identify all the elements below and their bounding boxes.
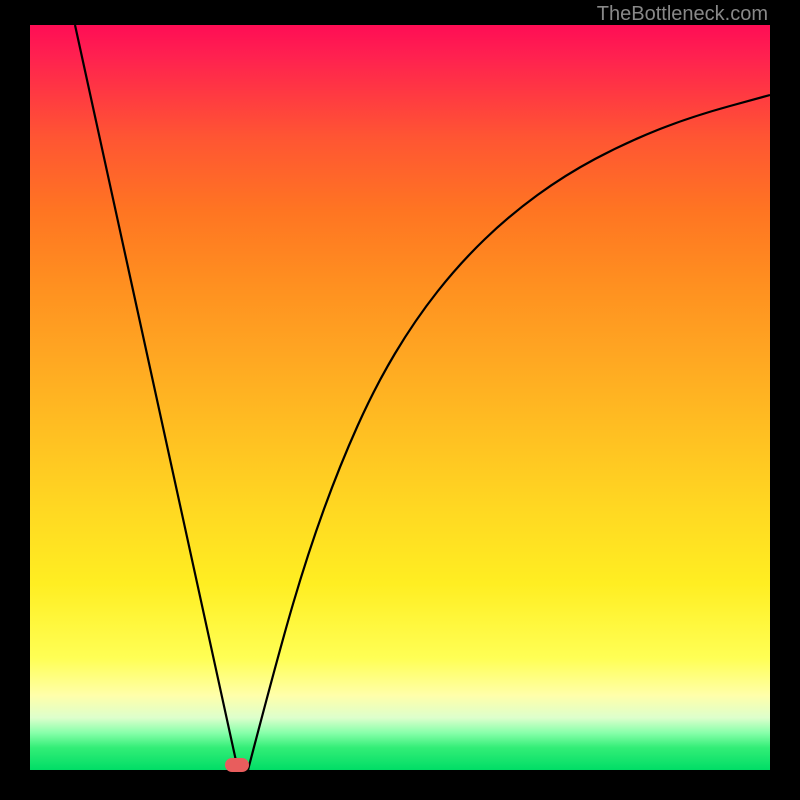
- left-linear-segment: [75, 25, 238, 770]
- chart-plot-area: [30, 25, 770, 770]
- right-curve-segment: [248, 95, 770, 770]
- minimum-marker: [225, 758, 249, 772]
- watermark-text: TheBottleneck.com: [597, 3, 768, 26]
- chart-svg: [30, 25, 770, 770]
